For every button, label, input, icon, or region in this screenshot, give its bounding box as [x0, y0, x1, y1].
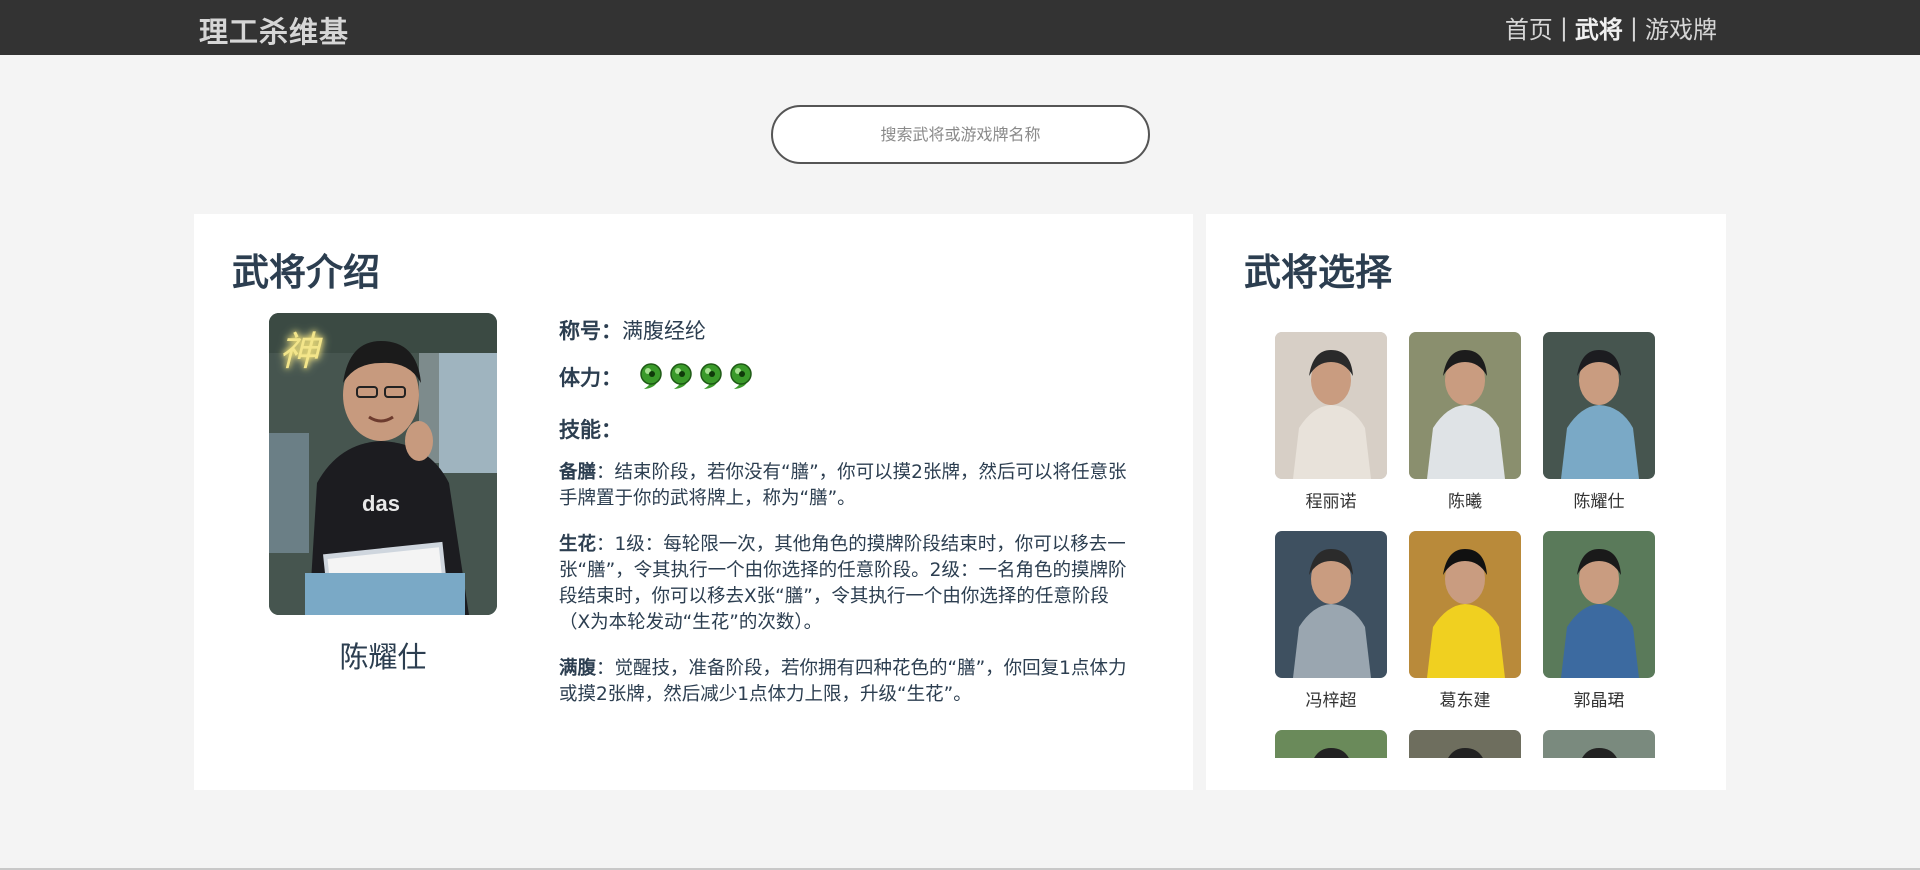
character-card[interactable]: 冯梓超 [1275, 531, 1387, 711]
title-label: 称号： [559, 319, 622, 343]
character-card-name: 郭晶珺 [1573, 691, 1625, 711]
character-card[interactable]: 葛东建 [1409, 531, 1521, 711]
character-thumbnail [1275, 332, 1387, 479]
nav-characters-link[interactable]: 武将 [1575, 10, 1623, 45]
character-thumbnail [1409, 531, 1521, 678]
character-thumbnail [1543, 332, 1655, 479]
intro-title: 武将介绍 [232, 251, 380, 294]
character-name: 陈耀仕 [339, 640, 427, 674]
svg-text:das: das [362, 491, 400, 516]
hp-magatama-icon [670, 363, 692, 389]
character-thumbnail [1409, 730, 1521, 758]
skill-name: 备膳 [559, 462, 597, 483]
character-thumbnail [1543, 531, 1655, 678]
skill-name: 生花 [559, 534, 597, 555]
nav-separator: | [1629, 13, 1638, 42]
character-card-name: 陈曦 [1448, 492, 1482, 512]
skill-text: ：觉醒技，准备阶段，若你拥有四种花色的“膳”，你回复1点体力或摸2张牌，然后减少… [559, 658, 1127, 705]
character-portrait: das 神 [269, 313, 497, 615]
skill-text: ：结束阶段，若你没有“膳”，你可以摸2张牌，然后可以将任意张手牌置于你的武将牌上… [559, 462, 1127, 509]
character-thumbnail [1275, 531, 1387, 678]
skill-description: 备膳：结束阶段，若你没有“膳”，你可以摸2张牌，然后可以将任意张手牌置于你的武将… [559, 460, 1139, 512]
character-card[interactable] [1409, 730, 1521, 758]
nav-separator: | [1559, 13, 1568, 42]
character-intro-panel: 武将介绍 das 神 陈耀仕 称号： 满腹经纶 体力： 技能： 备膳：结束阶段，… [194, 214, 1193, 790]
character-card[interactable]: 程丽诺 [1275, 332, 1387, 512]
hp-magatama-icon [730, 363, 752, 389]
character-card-name: 葛东建 [1439, 691, 1491, 711]
skills-label: 技能： [559, 418, 622, 442]
character-card-name: 冯梓超 [1305, 691, 1357, 711]
search-input[interactable] [771, 105, 1150, 164]
title-row: 称号： 满腹经纶 [559, 314, 1139, 346]
skill-description: 生花：1级：每轮限一次，其他角色的摸牌阶段结束时，你可以移去一张“膳”，令其执行… [559, 532, 1139, 636]
hp-magatama-icon [700, 363, 722, 389]
nav-cards-link[interactable]: 游戏牌 [1645, 10, 1717, 45]
character-thumbnail [1409, 332, 1521, 479]
character-info: 称号： 满腹经纶 体力： 技能： 备膳：结束阶段，若你没有“膳”，你可以摸2张牌… [559, 314, 1139, 708]
character-card-name: 程丽诺 [1305, 492, 1357, 512]
character-card[interactable] [1275, 730, 1387, 758]
hp-row: 体力： [559, 360, 1139, 394]
site-brand[interactable]: 理工杀维基 [199, 9, 349, 51]
main-nav: 首页 | 武将 | 游戏牌 [1505, 10, 1717, 45]
nav-home-link[interactable]: 首页 [1505, 10, 1553, 45]
hp-magatama-icon [640, 363, 662, 389]
skill-name: 满腹 [559, 658, 597, 679]
character-card-name: 陈耀仕 [1573, 492, 1625, 512]
character-card[interactable] [1543, 730, 1655, 758]
character-card[interactable]: 郭晶珺 [1543, 531, 1655, 711]
skills-heading: 技能： [559, 412, 1139, 446]
skill-description: 满腹：觉醒技，准备阶段，若你拥有四种花色的“膳”，你回复1点体力或摸2张牌，然后… [559, 656, 1139, 708]
character-card[interactable]: 陈曦 [1409, 332, 1521, 512]
hp-label: 体力： [559, 366, 622, 390]
top-navbar: 理工杀维基 首页 | 武将 | 游戏牌 [0, 0, 1920, 55]
character-thumbnail [1543, 730, 1655, 758]
skill-text: ：1级：每轮限一次，其他角色的摸牌阶段结束时，你可以移去一张“膳”，令其执行一个… [559, 534, 1127, 633]
divine-badge: 神 [279, 329, 319, 375]
character-thumbnail [1275, 730, 1387, 758]
title-value: 满腹经纶 [622, 319, 706, 343]
hp-icons [636, 362, 756, 392]
character-card[interactable]: 陈耀仕 [1543, 332, 1655, 512]
character-select-panel: 武将选择 程丽诺 陈曦 陈耀仕 冯梓超 葛东建 郭晶珺 [1206, 214, 1726, 790]
character-grid-viewport[interactable]: 程丽诺 陈曦 陈耀仕冯梓超 葛东建 郭晶珺 [1206, 214, 1726, 758]
